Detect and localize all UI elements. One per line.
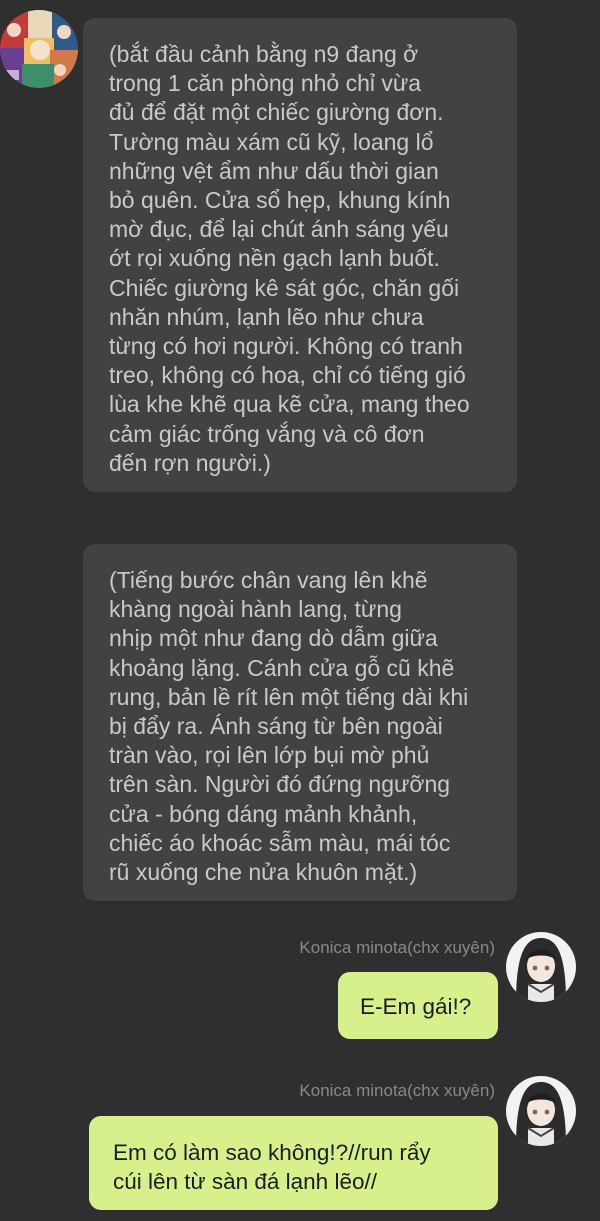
own-avatar[interactable] (506, 932, 576, 1002)
sender-name: Konica minota(chx xuyên) (299, 938, 495, 957)
message-bubble[interactable]: Em có làm sao không!?//run rẩy cúi lên t… (89, 1116, 498, 1210)
message-bubble[interactable]: E-Em gái!? (338, 972, 498, 1039)
own-avatar[interactable] (506, 1076, 576, 1146)
dark-hair-girl-avatar-icon (506, 932, 576, 1002)
dark-hair-girl-avatar-icon (506, 1076, 576, 1146)
message-bubble[interactable]: (Tiếng bước chân vang lên khẽ khàng ngoà… (83, 544, 517, 901)
anime-collage-avatar-icon (0, 10, 78, 88)
other-avatar[interactable] (0, 10, 78, 88)
sender-name: Konica minota(chx xuyên) (299, 1081, 495, 1100)
message-bubble[interactable]: (bắt đầu cảnh bằng n9 đang ở trong 1 căn… (83, 18, 517, 492)
